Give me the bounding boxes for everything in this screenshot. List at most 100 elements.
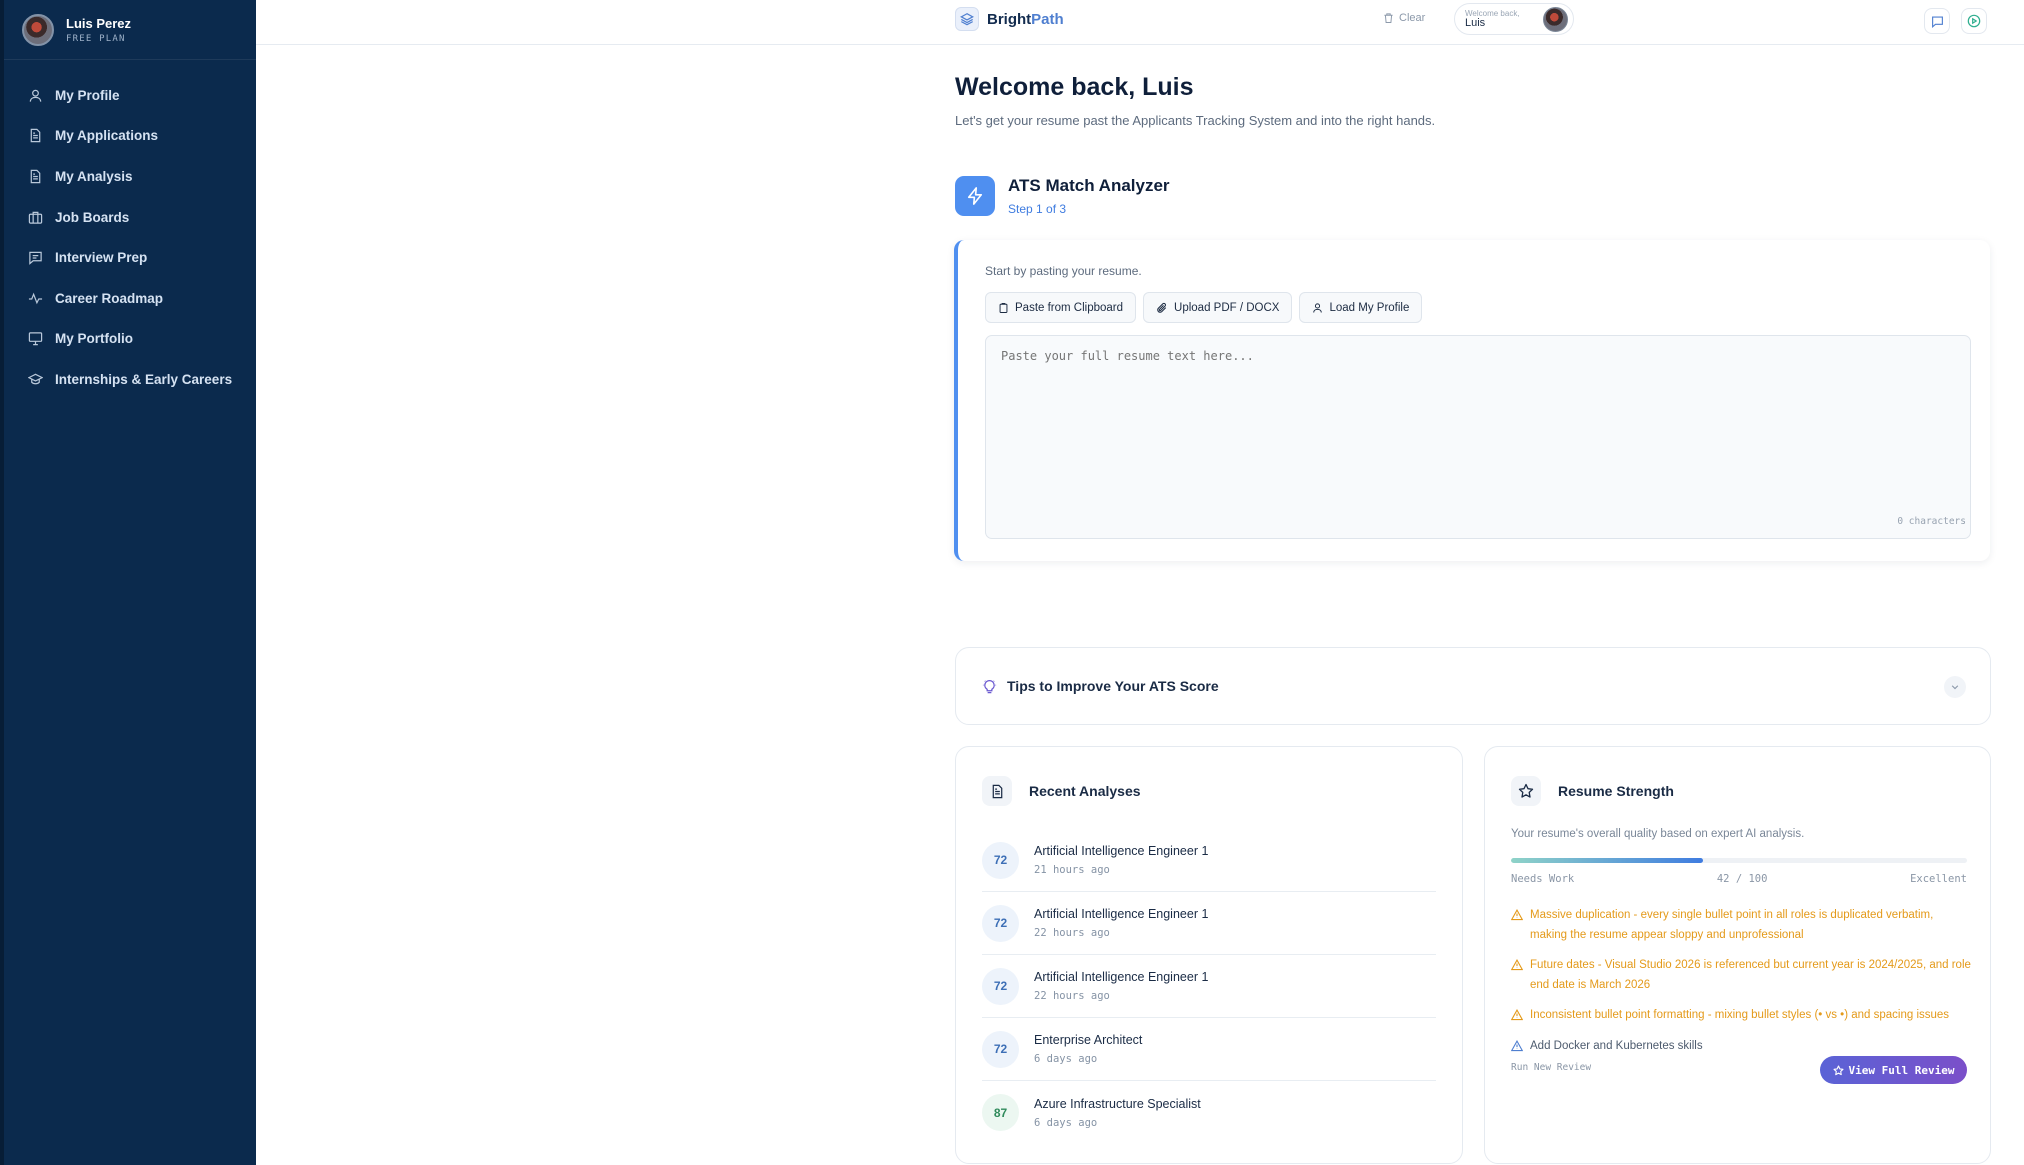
activity-icon — [28, 292, 43, 304]
sidebar-item-my-analysis[interactable]: My Analysis — [4, 156, 256, 197]
document-icon — [982, 776, 1012, 806]
upload-file-button[interactable]: Upload PDF / DOCX — [1143, 292, 1293, 323]
page-subtitle: Let's get your resume past the Applicant… — [955, 113, 1436, 128]
sidebar-item-label: My Profile — [55, 87, 120, 103]
load-profile-label: Load My Profile — [1329, 301, 1410, 314]
analysis-time: 22 hours ago — [1034, 990, 1110, 1002]
issue-list: Massive duplication - every single bulle… — [1511, 906, 1971, 1067]
recent-analyses-panel: Recent Analyses 72 Artificial Intelligen… — [955, 746, 1463, 1164]
graduation-cap-icon — [28, 373, 43, 385]
list-item[interactable]: 72 Artificial Intelligence Engineer 1 22… — [982, 955, 1436, 1018]
welcome-name: Luis — [1465, 17, 1486, 29]
issue-text: Inconsistent bullet point formatting - m… — [1530, 1009, 1950, 1021]
issue-item: Inconsistent bullet point formatting - m… — [1511, 1006, 1971, 1026]
warning-icon — [1511, 959, 1523, 971]
paperclip-icon — [1157, 302, 1167, 313]
sidebar-nav: My Profile My Applications My Analysis J… — [4, 75, 256, 400]
info-triangle-icon — [1511, 1039, 1523, 1051]
strength-progress-bar — [1511, 858, 1967, 863]
load-profile-button[interactable]: Load My Profile — [1299, 292, 1423, 323]
message-square-icon — [1931, 15, 1943, 28]
clear-label: Clear — [1399, 12, 1426, 24]
analysis-title: Enterprise Architect — [1034, 1033, 1143, 1047]
sidebar: Luis Perez FREE PLAN My Profile My Appli… — [0, 0, 256, 1165]
warning-icon — [1511, 909, 1523, 921]
avatar — [1543, 7, 1568, 32]
issue-text: Massive duplication - every single bulle… — [1530, 909, 1934, 941]
view-full-review-button[interactable]: View Full Review — [1820, 1056, 1967, 1084]
paste-clipboard-label: Paste from Clipboard — [1015, 301, 1124, 314]
sidebar-item-label: Interview Prep — [55, 250, 148, 266]
sidebar-item-job-boards[interactable]: Job Boards — [4, 197, 256, 238]
resume-prompt: Start by pasting your resume. — [985, 264, 1142, 278]
analysis-time: 6 days ago — [1034, 1053, 1098, 1065]
star-icon — [1832, 1064, 1844, 1075]
user-profile[interactable]: Luis Perez FREE PLAN — [4, 0, 256, 60]
list-item[interactable]: 87 Azure Infrastructure Specialist 6 day… — [982, 1081, 1436, 1144]
analysis-time: 6 days ago — [1034, 1116, 1098, 1129]
user-name: Luis Perez — [66, 15, 132, 31]
scale-low-label: Needs Work — [1511, 873, 1575, 885]
recent-analyses-list: 72 Artificial Intelligence Engineer 1 21… — [982, 829, 1436, 1144]
recent-analyses-title: Recent Analyses — [1029, 783, 1141, 799]
document-icon — [30, 129, 41, 143]
user-icon — [29, 89, 42, 102]
issue-text: Future dates - Visual Studio 2026 is ref… — [1530, 959, 1971, 991]
sidebar-item-internships[interactable]: Internships & Early Careers — [4, 359, 256, 400]
user-menu[interactable]: Welcome back, Luis — [1454, 3, 1574, 35]
sidebar-item-interview-prep[interactable]: Interview Prep — [4, 237, 256, 278]
list-item[interactable]: 72 Enterprise Architect 6 days ago — [982, 1018, 1436, 1081]
lightning-icon — [955, 176, 995, 216]
top-bar: BrightPath Clear Welcome back, Luis — [256, 0, 2024, 45]
analysis-title: Artificial Intelligence Engineer 1 — [1034, 844, 1209, 858]
page-title: Welcome back, Luis — [955, 73, 1194, 101]
sidebar-item-career-roadmap[interactable]: Career Roadmap — [4, 278, 256, 319]
star-icon — [1511, 776, 1541, 806]
list-item[interactable]: 72 Artificial Intelligence Engineer 1 22… — [982, 892, 1436, 955]
sidebar-item-label: My Applications — [55, 128, 159, 144]
score-badge: 72 — [982, 904, 1019, 942]
sidebar-item-my-portfolio[interactable]: My Portfolio — [4, 319, 256, 360]
sidebar-item-my-profile[interactable]: My Profile — [4, 75, 256, 116]
sidebar-item-label: My Portfolio — [55, 331, 133, 347]
analysis-time: 21 hours ago — [1034, 864, 1110, 876]
list-item[interactable]: 72 Artificial Intelligence Engineer 1 21… — [982, 829, 1436, 892]
upload-file-label: Upload PDF / DOCX — [1174, 301, 1280, 314]
brand-name-accent: Path — [1031, 10, 1064, 28]
sidebar-item-label: Career Roadmap — [55, 290, 164, 306]
issue-text: Add Docker and Kubernetes skills — [1530, 1039, 1703, 1052]
step-indicator: Step 1 of 3 — [1008, 202, 1067, 216]
character-count: 0 characters — [1897, 516, 1966, 527]
tour-button[interactable] — [1961, 8, 1987, 34]
tips-title: Tips to Improve Your ATS Score — [1007, 678, 1219, 694]
paste-clipboard-button[interactable]: Paste from Clipboard — [985, 292, 1137, 323]
sidebar-item-label: Internships & Early Careers — [55, 371, 233, 387]
lightbulb-icon — [982, 679, 997, 693]
strength-progress-fill — [1511, 858, 1703, 863]
play-circle-icon — [1967, 14, 1981, 28]
resume-textarea[interactable] — [985, 335, 1971, 539]
trash-icon — [1384, 13, 1393, 23]
chevron-down-icon — [1944, 676, 1966, 698]
resume-strength-title: Resume Strength — [1558, 783, 1674, 799]
feedback-button[interactable] — [1924, 8, 1950, 34]
resume-strength-panel: Resume Strength Your resume's overall qu… — [1484, 746, 1991, 1164]
avatar — [22, 13, 54, 46]
sidebar-item-my-applications[interactable]: My Applications — [4, 116, 256, 157]
chat-icon — [29, 251, 42, 266]
scale-high-label: Excellent — [1910, 873, 1967, 885]
document-icon — [30, 169, 41, 184]
tips-accordion[interactable]: Tips to Improve Your ATS Score — [955, 647, 1991, 725]
warning-icon — [1511, 1009, 1523, 1021]
monitor-icon — [28, 332, 43, 346]
clear-button[interactable]: Clear — [1383, 12, 1425, 24]
score-badge: 87 — [982, 1094, 1019, 1131]
resume-input-card: Start by pasting your resume. Paste from… — [954, 240, 1990, 561]
brand-logo-link[interactable]: BrightPath — [955, 7, 1064, 31]
issue-item: Massive duplication - every single bulle… — [1511, 906, 1971, 945]
sidebar-item-label: My Analysis — [55, 168, 133, 184]
analysis-title: Azure Infrastructure Specialist — [1034, 1096, 1201, 1111]
run-new-review-link[interactable]: Run New Review — [1511, 1062, 1591, 1073]
brand-name: BrightPath — [987, 11, 1064, 28]
clipboard-icon — [999, 302, 1008, 313]
